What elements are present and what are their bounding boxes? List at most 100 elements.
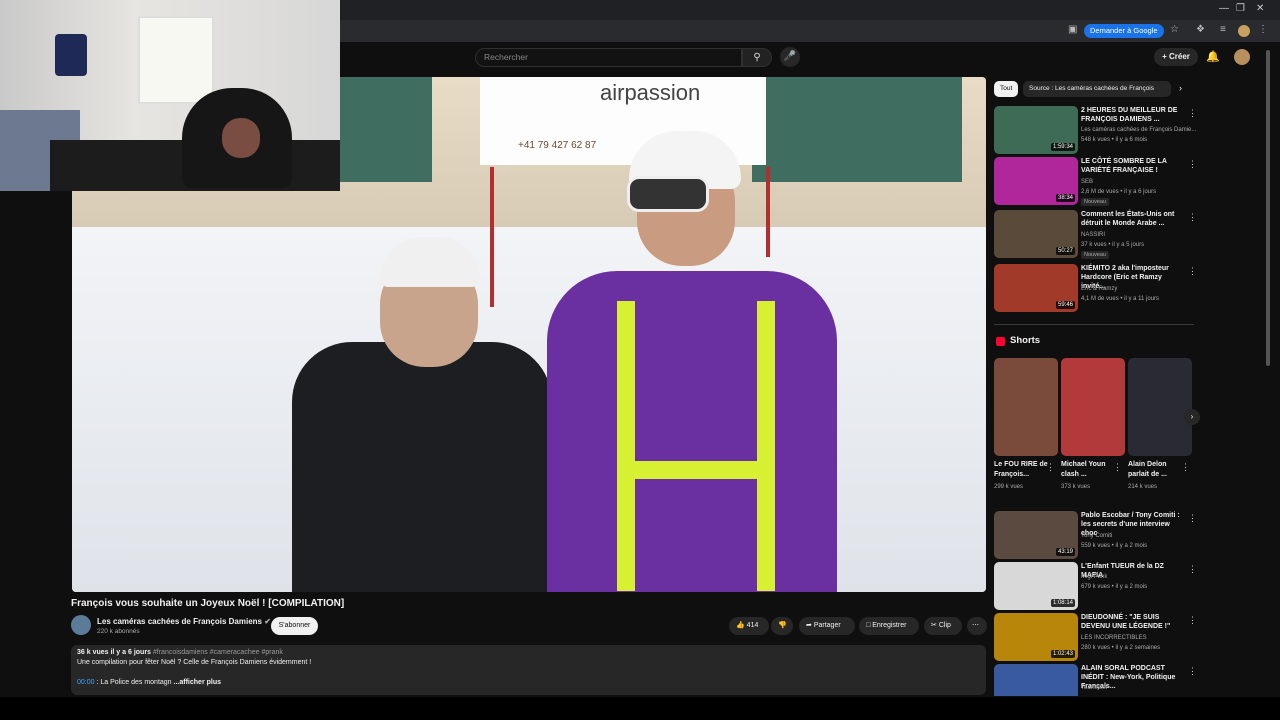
like-button[interactable]: 👍 414	[729, 617, 769, 635]
cast-icon[interactable]: ▣	[1068, 24, 1077, 35]
webcam-overlay	[0, 0, 340, 191]
rec-duration: 1:02:43	[1050, 650, 1075, 658]
rec-duration: 50:27	[1055, 247, 1075, 255]
search-icon[interactable]: ⚲	[742, 48, 772, 67]
extensions-icon[interactable]: ❖	[1196, 24, 1205, 35]
rec-channel[interactable]: Migi Punk	[1081, 574, 1107, 580]
person-goggles	[627, 176, 709, 212]
rec-item[interactable]: 43:19 Pablo Escobar / Tony Comiti : les …	[994, 511, 1197, 559]
rec-thumbnail[interactable]	[994, 664, 1078, 696]
rec-channel[interactable]: TeamAssi	[1081, 685, 1107, 691]
more-actions-button[interactable]: ⋯	[967, 617, 987, 635]
rec-thumbnail[interactable]: 38:34	[994, 157, 1078, 205]
thumbs-up-icon: 👍	[736, 622, 745, 629]
short-title[interactable]: Alain Delon parlait de ...	[1128, 460, 1184, 480]
account-avatar[interactable]	[1234, 49, 1250, 65]
more-icon[interactable]: ⋮	[1188, 266, 1197, 277]
rec-thumbnail[interactable]: 43:19	[994, 511, 1078, 559]
rec-thumbnail[interactable]: 1:02:43	[994, 613, 1078, 661]
chip-source[interactable]: Source : Les caméras cachées de François	[1023, 81, 1171, 97]
short-views: 214 k vues	[1128, 484, 1158, 490]
more-icon[interactable]: ⋮	[1113, 462, 1122, 473]
more-icon[interactable]: ⋮	[1188, 615, 1197, 626]
description-chapter: 00:00 : La Police des montagn ...affiche…	[77, 679, 221, 686]
person-body	[547, 271, 837, 592]
scrollbar[interactable]	[1266, 50, 1270, 366]
person-right	[527, 131, 857, 592]
channel-avatar[interactable]	[71, 615, 91, 635]
close-icon[interactable]: ✕	[1256, 3, 1264, 14]
create-button[interactable]: + Créer	[1154, 48, 1198, 66]
rec-channel[interactable]: Tony Comiti	[1081, 533, 1112, 539]
short-title[interactable]: Le FOU RIRE de François...	[994, 460, 1050, 480]
rec-thumbnail[interactable]: 1:08:14	[994, 562, 1078, 610]
rec-item[interactable]: ALAIN SORAL PODCAST INÉDIT : New-York, P…	[994, 664, 1194, 696]
search-input[interactable]: Rechercher	[475, 48, 742, 67]
subscribe-button[interactable]: S'abonner	[271, 617, 318, 635]
short-thumbnail[interactable]	[1061, 358, 1125, 456]
rec-thumbnail[interactable]: 59:46	[994, 264, 1078, 312]
save-button[interactable]: □ Enregistrer	[859, 617, 919, 635]
short-thumbnail[interactable]	[994, 358, 1058, 456]
rec-title[interactable]: 2 HEURES DU MEILLEUR DE FRANÇOIS DAMIENS…	[1081, 106, 1186, 124]
rec-channel[interactable]: SEB	[1081, 179, 1093, 185]
rec-channel[interactable]: Les caméras cachées de François Damie...	[1081, 127, 1196, 133]
clip-button[interactable]: ✂ Clip	[924, 617, 962, 635]
share-button[interactable]: ➦ Partager	[799, 617, 855, 635]
rec-title[interactable]: LE CÔTÉ SOMBRE DE LA VARIÉTÉ FRANÇAISE !	[1081, 157, 1186, 175]
more-icon[interactable]: ⋮	[1046, 462, 1055, 473]
profile-avatar[interactable]	[1238, 25, 1250, 37]
rec-item[interactable]: 1:08:14 L'Enfant TUEUR de la DZ MAFIA Mi…	[994, 562, 1197, 610]
description-box[interactable]: 36 k vues il y a 6 jours #francoisdamien…	[71, 645, 986, 695]
rec-item[interactable]: 1:59:34 2 HEURES DU MEILLEUR DE FRANÇOIS…	[994, 106, 1197, 154]
microphone-icon[interactable]: 🎤	[780, 47, 800, 67]
rec-thumbnail[interactable]: 1:59:34	[994, 106, 1078, 154]
bell-icon[interactable]: 🔔	[1206, 50, 1220, 63]
rec-item[interactable]: 1:02:43 DIEUDONNÉ : "JE SUIS DEVENU UNE …	[994, 613, 1197, 661]
webcam-poster	[55, 34, 87, 76]
new-badge: Nouveau	[1081, 251, 1110, 259]
rec-thumbnail[interactable]: 50:27	[994, 210, 1078, 258]
rec-item[interactable]: 38:34 LE CÔTÉ SOMBRE DE LA VARIÉTÉ FRANÇ…	[994, 157, 1197, 206]
description-meta: 36 k vues il y a 6 jours #francoisdamien…	[77, 649, 283, 656]
short-thumbnail[interactable]	[1128, 358, 1192, 456]
more-icon[interactable]: ⋮	[1181, 462, 1190, 473]
rec-title[interactable]: DIEUDONNÉ : "JE SUIS DEVENU UNE LÉGENDE …	[1081, 613, 1186, 631]
star-icon[interactable]: ☆	[1170, 24, 1179, 35]
webcam-window	[138, 16, 214, 104]
green-shutter	[842, 77, 962, 182]
channel-name[interactable]: Les caméras cachées de François Damiens …	[97, 617, 271, 626]
media-icon[interactable]: ≡	[1220, 24, 1226, 35]
rec-channel[interactable]: LES INCORRECTIBLES	[1081, 635, 1147, 641]
rec-meta: 548 k vues • il y a 6 mois	[1081, 137, 1148, 143]
rec-title[interactable]: Comment les États-Unis ont détruit le Mo…	[1081, 210, 1186, 228]
dislike-button[interactable]: 👎	[771, 617, 793, 635]
rec-duration: 38:34	[1055, 194, 1075, 202]
ask-google-button[interactable]: Demander à Google	[1084, 24, 1164, 38]
hashtags[interactable]: #francoisdamiens #cameracachee #prank	[153, 649, 283, 656]
create-label: Créer	[1169, 52, 1190, 61]
maximize-icon[interactable]: ❐	[1236, 3, 1245, 14]
menu-icon[interactable]: ⋮	[1258, 24, 1268, 35]
chevron-right-icon[interactable]: ›	[1179, 83, 1182, 93]
rec-item[interactable]: 50:27 Comment les États-Unis ont détruit…	[994, 210, 1197, 259]
more-icon[interactable]: ⋮	[1188, 108, 1197, 119]
rec-item[interactable]: 59:46 KIÉMITO 2 aka l'imposteur Hardcore…	[994, 264, 1197, 312]
rec-duration: 1:59:34	[1050, 143, 1075, 151]
like-count: 414	[746, 622, 759, 629]
thumbs-down-icon: 👎	[778, 622, 787, 629]
rec-channel[interactable]: NASSIRI	[1081, 232, 1105, 238]
more-icon[interactable]: ⋮	[1188, 159, 1197, 170]
show-more-link[interactable]: ...afficher plus	[174, 679, 221, 686]
chip-all[interactable]: Tout	[994, 81, 1019, 97]
minimize-icon[interactable]: —	[1219, 3, 1229, 14]
more-icon[interactable]: ⋮	[1188, 564, 1197, 575]
chapter-timestamp[interactable]: 00:00	[77, 679, 95, 686]
short-title[interactable]: Michael Youn clash ...	[1061, 460, 1117, 480]
rec-channel[interactable]: Eric & Ramzy	[1081, 286, 1117, 292]
more-icon[interactable]: ⋮	[1188, 666, 1194, 677]
more-icon[interactable]: ⋮	[1188, 513, 1197, 524]
shorts-next-icon[interactable]: ›	[1184, 409, 1200, 425]
more-icon[interactable]: ⋮	[1188, 212, 1197, 223]
scissors-icon: ✂	[931, 622, 937, 629]
